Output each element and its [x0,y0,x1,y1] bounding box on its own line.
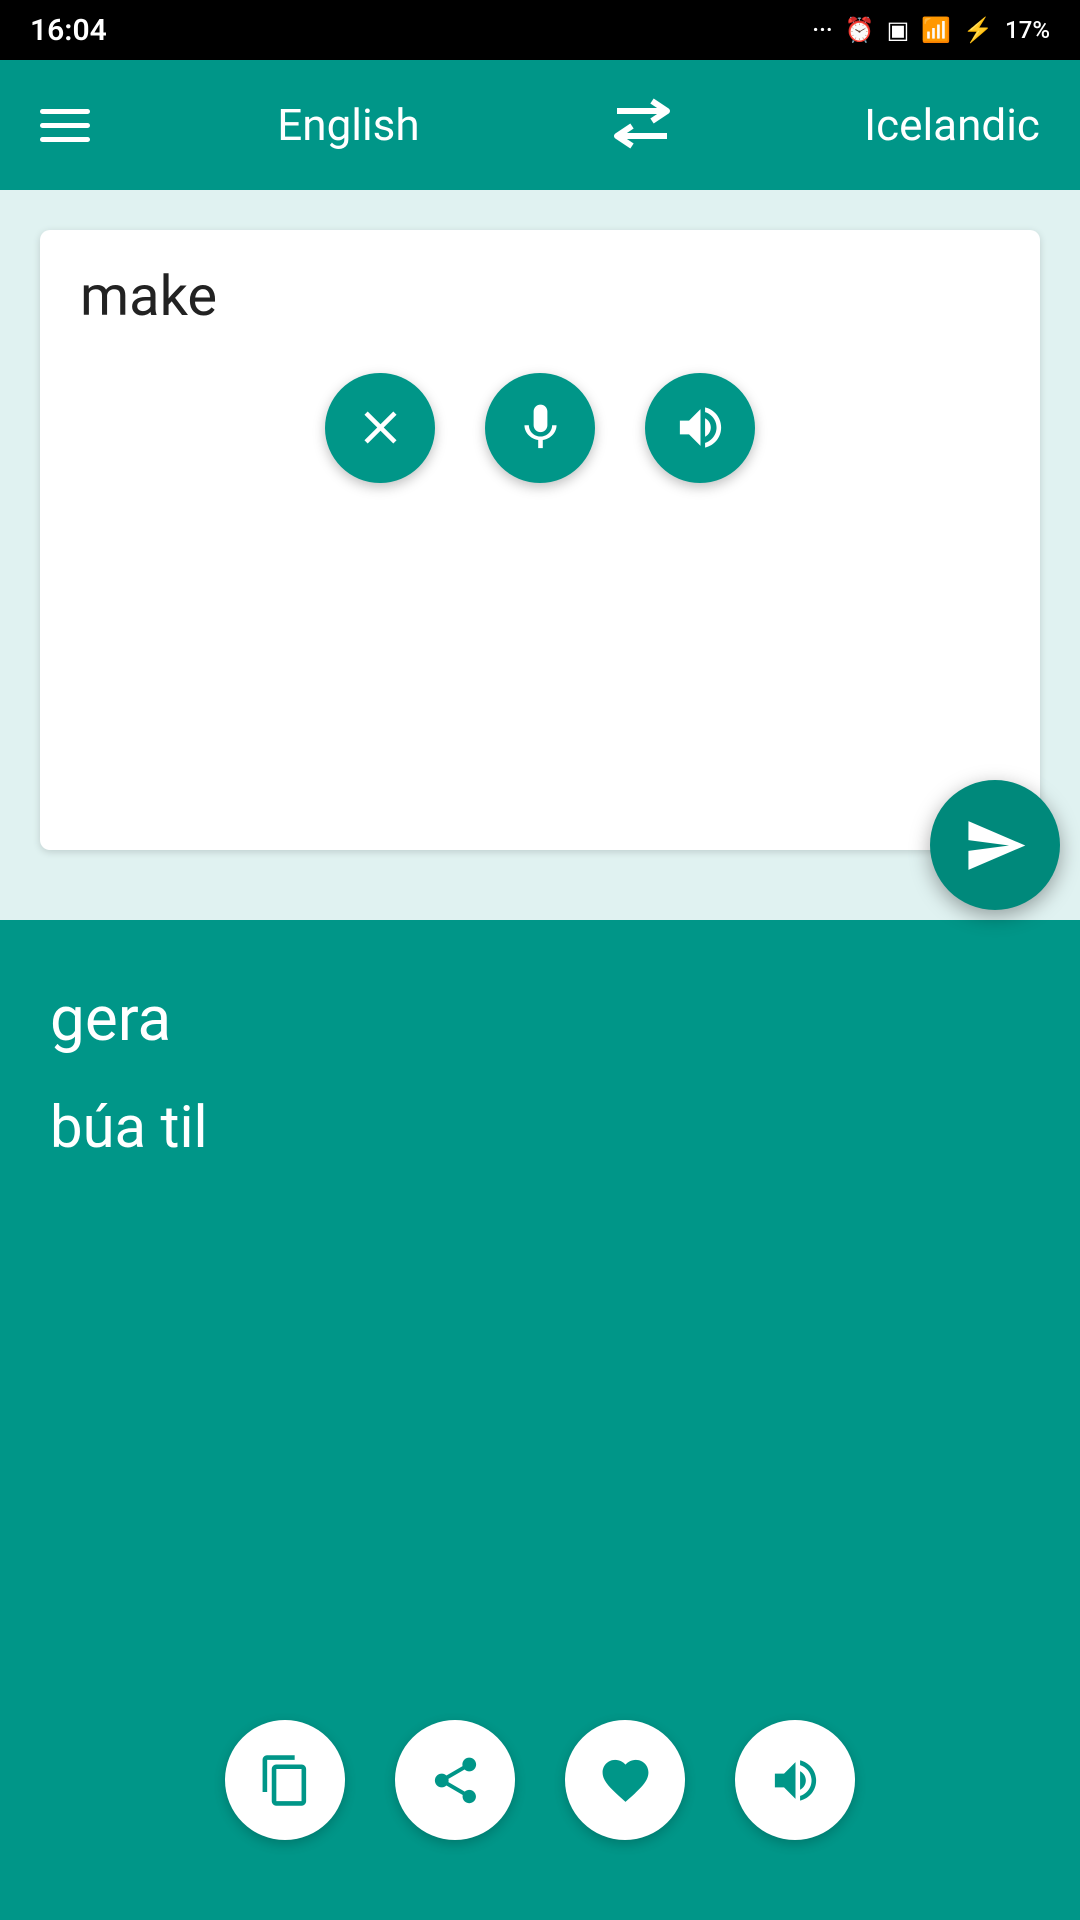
more-icon: ··· [812,16,832,44]
sim-icon: ▣ [887,16,910,44]
status-icons: ··· ⏰ ▣ 📶 ⚡ 17% [812,16,1050,44]
signal-icon: 📶 [921,16,951,44]
output-actions [50,1720,1030,1880]
target-language[interactable]: Icelandic [864,99,1040,151]
input-actions [80,373,1000,503]
status-time: 16:04 [30,13,107,48]
send-icon [963,813,1028,878]
menu-button[interactable] [40,109,90,142]
input-text[interactable]: make [80,260,1000,333]
speak-output-button[interactable] [735,1720,855,1840]
copy-icon [258,1753,313,1808]
speaker-icon [768,1753,823,1808]
toolbar: English Icelandic [0,60,1080,190]
swap-languages-button[interactable] [607,96,677,155]
clear-icon [353,400,408,455]
favorite-button[interactable] [565,1720,685,1840]
speak-input-button[interactable] [645,373,755,483]
bolt-icon: ⚡ [963,16,993,44]
share-button[interactable] [395,1720,515,1840]
output-panel: gera búa til [0,920,1080,1920]
clear-button[interactable] [325,373,435,483]
copy-button[interactable] [225,1720,345,1840]
secondary-translation[interactable]: búa til [50,1091,1030,1166]
input-wrapper: make [20,210,1060,850]
share-icon [428,1753,483,1808]
mic-icon [513,400,568,455]
microphone-button[interactable] [485,373,595,483]
primary-translation[interactable]: gera [50,980,1030,1061]
battery-icon: 17% [1005,16,1050,44]
input-panel[interactable]: make [40,230,1040,850]
alarm-icon: ⏰ [845,16,875,44]
volume-icon [673,400,728,455]
main-content: make [0,190,1080,1920]
status-bar: 16:04 ··· ⏰ ▣ 📶 ⚡ 17% [0,0,1080,60]
translate-button[interactable] [930,780,1060,910]
heart-icon [598,1753,653,1808]
source-language[interactable]: English [277,99,419,151]
